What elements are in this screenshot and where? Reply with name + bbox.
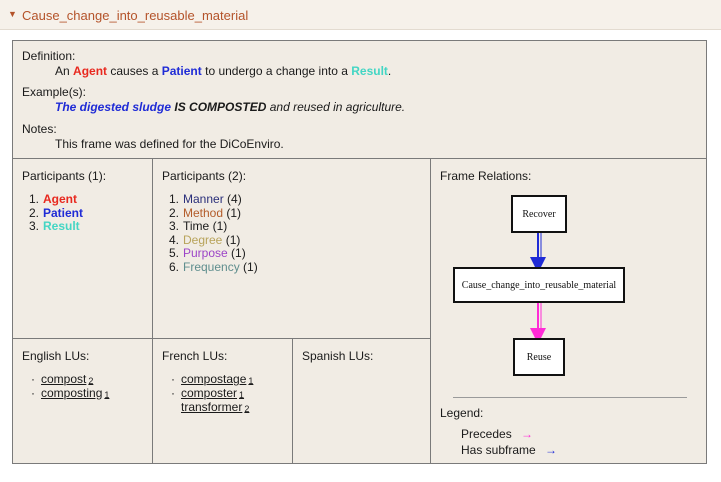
fe-purpose[interactable]: Purpose xyxy=(183,246,228,260)
fe-count: (1) xyxy=(225,232,241,247)
relation-node-reuse[interactable]: Reuse xyxy=(513,338,565,376)
participants-2-list: 1. Manner (4) 2. Method (1) 3. Time (1) 4. D… xyxy=(165,192,258,274)
legend-divider xyxy=(453,397,687,398)
list-item: 3. Time (1) xyxy=(168,219,228,233)
english-lus-list: · compost 2 · composting 1 xyxy=(31,373,109,401)
lu-link[interactable]: composting 1 xyxy=(41,386,109,401)
lu-link[interactable]: compost 2 xyxy=(41,372,93,387)
fe-count: (1) xyxy=(243,259,258,274)
relation-node-current[interactable]: Cause_change_into_reusable_material xyxy=(453,267,625,303)
participants-1-section: Participants (1): 1. Agent 2. Patient 3. Re… xyxy=(13,159,153,339)
list-item: 5. Purpose (1) xyxy=(168,246,246,260)
participants-2-heading: Participants (2): xyxy=(162,169,247,183)
example-verb: IS COMPOSTED xyxy=(174,100,267,114)
fe-count: (1) xyxy=(212,219,228,233)
fe-method[interactable]: Method xyxy=(183,206,223,220)
example-sentence: The digested sludge IS COMPOSTED and reu… xyxy=(55,100,405,114)
fe-manner[interactable]: Manner xyxy=(183,192,224,206)
legend-label: Legend: xyxy=(440,406,484,420)
definition-suffix: . xyxy=(387,64,392,78)
list-item: 1. Manner (4) xyxy=(168,192,242,206)
definition-patient: Patient xyxy=(161,64,202,78)
list-item: 3. Result xyxy=(28,219,80,233)
participants-1-heading: Participants (1): xyxy=(22,169,107,183)
legend-subframe: Has subframe → xyxy=(461,443,557,457)
example-rest: and reused in agriculture. xyxy=(269,100,406,114)
spanish-lus-section: Spanish LUs: xyxy=(293,339,431,463)
lu-link[interactable]: composter 1 xyxy=(181,386,244,401)
english-lus-section: English LUs: · compost 2 · composting 1 xyxy=(13,339,153,463)
bullet-icon: · xyxy=(31,386,35,400)
list-item: 6. Frequency (1) xyxy=(168,259,258,274)
fe-agent[interactable]: Agent xyxy=(43,192,77,206)
arrow-right-icon: → xyxy=(521,427,534,441)
fe-count: (1) xyxy=(231,246,246,260)
arrow-right-icon: → xyxy=(545,443,558,457)
frame-header-bar[interactable]: ▼ Cause_change_into_reusable_material xyxy=(0,0,721,30)
participants-1-list: 1. Agent 2. Patient 3. Result xyxy=(25,192,84,234)
legend-precedes: Precedes → xyxy=(461,427,533,441)
definition-result: Result xyxy=(351,64,388,78)
list-item: 1. Agent xyxy=(28,192,77,206)
notes-label: Notes: xyxy=(22,122,57,136)
list-item: · compost 2 xyxy=(31,373,109,387)
definition-label: Definition: xyxy=(22,49,76,63)
definition-mid1: causes a xyxy=(110,64,159,78)
fe-degree[interactable]: Degree xyxy=(183,233,222,247)
french-lus-section: French LUs: · compostage 1 · composter 1 tra… xyxy=(153,339,293,463)
frame-panel: Definition: An Agent causes a Patient to… xyxy=(12,40,707,464)
fe-frequency[interactable]: Frequency xyxy=(183,260,240,274)
list-item: 4. Degree (1) xyxy=(168,232,241,247)
legend-subframe-label: Has subframe xyxy=(461,443,536,457)
relation-node-recover[interactable]: Recover xyxy=(511,195,567,233)
fe-result[interactable]: Result xyxy=(43,219,80,233)
lu-link[interactable]: transformer 2 xyxy=(181,400,249,415)
list-item: · composter 1 xyxy=(171,387,253,401)
definition-text: An Agent causes a Patient to undergo a c… xyxy=(55,64,391,78)
spanish-lus-heading: Spanish LUs: xyxy=(302,349,374,363)
definition-section: Definition: An Agent causes a Patient to… xyxy=(13,41,706,159)
caret-down-icon[interactable]: ▼ xyxy=(8,9,17,19)
bullet-icon: · xyxy=(31,372,35,386)
list-item: · composting 1 xyxy=(31,387,109,401)
lu-link[interactable]: compostage 1 xyxy=(181,372,253,387)
definition-prefix: An xyxy=(55,64,70,78)
definition-mid2: to undergo a change into a xyxy=(205,64,348,78)
bullet-icon: · xyxy=(171,372,175,386)
bullet-icon: · xyxy=(171,386,175,400)
fe-count: (4) xyxy=(227,192,242,206)
list-item: · compostage 1 xyxy=(171,373,253,387)
definition-agent: Agent xyxy=(73,64,108,78)
examples-label: Example(s): xyxy=(22,85,87,99)
french-lus-heading: French LUs: xyxy=(162,349,228,363)
list-item: 2. Patient xyxy=(28,205,84,220)
participants-2-section: Participants (2): 1. Manner (4) 2. Method … xyxy=(153,159,431,339)
fe-patient[interactable]: Patient xyxy=(43,206,83,220)
french-lus-list: · compostage 1 · composter 1 transformer 2 xyxy=(171,373,253,415)
notes-text: This frame was defined for the DiCoEnvir… xyxy=(55,137,284,151)
frame-title-link[interactable]: Cause_change_into_reusable_material xyxy=(22,8,248,23)
list-item: transformer 2 xyxy=(171,401,253,415)
example-subject: The digested sludge xyxy=(55,100,172,114)
fe-count: (1) xyxy=(226,205,242,220)
frame-relations-section: Frame Relations: Recover Cause_change_in… xyxy=(431,159,706,463)
legend-precedes-label: Precedes xyxy=(461,427,512,441)
bullet-icon xyxy=(171,401,181,414)
list-item: 2. Method (1) xyxy=(168,205,242,220)
fe-time[interactable]: Time xyxy=(183,219,209,233)
english-lus-heading: English LUs: xyxy=(22,349,90,363)
